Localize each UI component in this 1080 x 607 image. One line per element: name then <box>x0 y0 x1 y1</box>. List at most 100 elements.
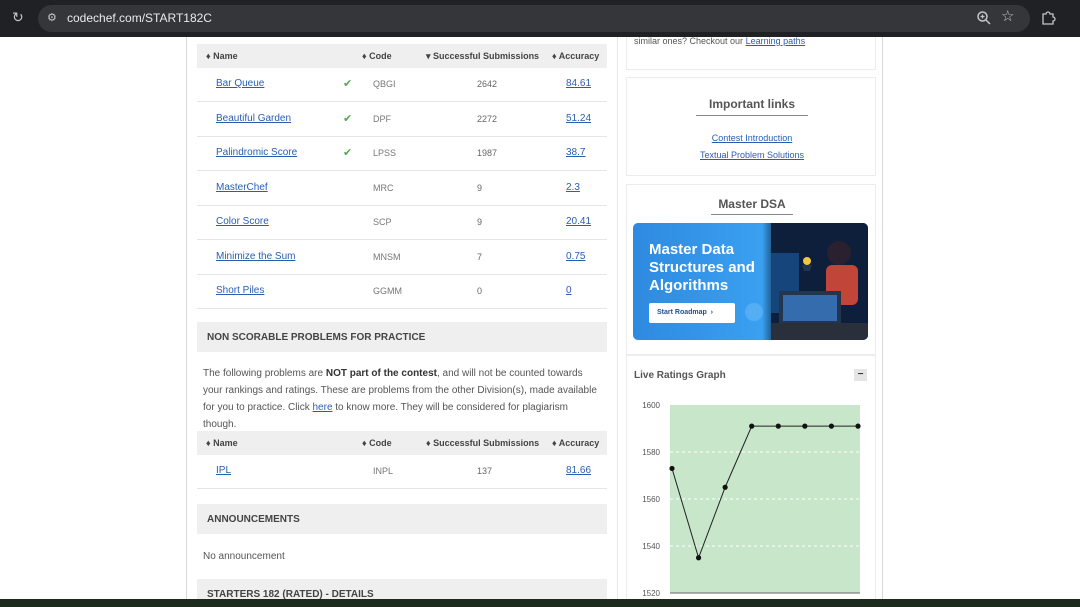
problems-table-header: ♦ Name ♦ Code ▾ Successful Submissions ♦… <box>197 44 607 68</box>
solved-check-icon: ✔ <box>343 78 353 90</box>
banner-decoration <box>745 303 763 321</box>
problem-name-link[interactable]: MasterChef <box>216 182 268 193</box>
reload-icon[interactable]: ↻ <box>12 10 26 24</box>
rating-point <box>695 555 702 561</box>
y-tick-label: 1580 <box>642 448 660 457</box>
announcement-text: No announcement <box>203 551 285 562</box>
url-text[interactable]: codechef.com/START182C <box>67 11 212 25</box>
plot-area <box>670 405 860 593</box>
y-tick-label: 1560 <box>642 495 660 504</box>
table-row: Bar Queue ✔ QBGI 2642 84.61 <box>197 68 607 102</box>
successful-submissions: 137 <box>477 466 493 476</box>
accuracy-link[interactable]: 0.75 <box>566 251 585 262</box>
announcements-title: ANNOUNCEMENTS <box>197 504 607 534</box>
problem-name-link[interactable]: Color Score <box>216 216 269 227</box>
rating-point <box>828 423 835 429</box>
title-underline <box>696 115 808 116</box>
sort-code-header[interactable]: ♦ Code <box>362 51 392 61</box>
taskbar-strip <box>0 599 1080 607</box>
successful-submissions: 0 <box>477 286 483 296</box>
column-divider <box>617 37 618 599</box>
sort-code-header[interactable]: ♦ Code <box>362 438 392 448</box>
table-row: Short Piles GGMM 0 0 <box>197 275 607 309</box>
problem-name-link[interactable]: Palindromic Score <box>216 147 297 158</box>
successful-submissions: 7 <box>477 251 483 262</box>
banner-headline: Master Data Structures and Algorithms <box>649 241 755 294</box>
problem-code: DPF <box>373 113 391 124</box>
contest-introduction-link[interactable]: Contest Introduction <box>627 133 877 143</box>
problem-code: GGMM <box>373 286 402 296</box>
master-dsa-banner[interactable]: Master Data Structures and Algorithms St… <box>633 223 868 340</box>
sort-submissions-header[interactable]: ▾ Successful Submissions <box>426 51 539 62</box>
accuracy-link[interactable]: 81.66 <box>566 465 591 476</box>
learning-card: similar ones? Checkout our Learning path… <box>626 37 876 70</box>
sort-accuracy-header[interactable]: ♦ Accuracy <box>552 51 599 61</box>
content-border-left <box>186 37 187 599</box>
solved-check-icon: ✔ <box>343 147 353 159</box>
know-more-link[interactable]: here <box>312 402 332 413</box>
browser-toolbar: ↻ ⚙ codechef.com/START182C ☆ <box>0 0 1080 37</box>
solved-check-icon: ✔ <box>343 112 353 125</box>
learning-text: similar ones? Checkout our Learning path… <box>634 37 806 46</box>
problem-code: QBGI <box>373 79 396 89</box>
master-dsa-title: Master DSA <box>718 197 786 211</box>
title-underline <box>711 214 793 215</box>
start-roadmap-button[interactable]: Start Roadmap › <box>649 303 735 323</box>
coder-illustration <box>771 223 868 340</box>
rating-point <box>775 423 781 429</box>
problem-code: SCP <box>373 217 392 227</box>
zoom-icon[interactable] <box>976 10 992 26</box>
page-content: ♦ Name ♦ Code ▾ Successful Submissions ♦… <box>0 37 1080 599</box>
accuracy-link[interactable]: 38.7 <box>566 147 585 158</box>
problem-code: MNSM <box>373 251 401 262</box>
y-tick-label: 1520 <box>642 589 660 598</box>
accuracy-link[interactable]: 0 <box>566 285 572 296</box>
important-links-title: Important links <box>708 97 795 111</box>
problem-name-link[interactable]: Bar Queue <box>216 78 264 89</box>
rating-point <box>802 423 808 429</box>
successful-submissions: 2642 <box>477 79 498 89</box>
sort-accuracy-header[interactable]: ♦ Accuracy <box>552 438 599 448</box>
important-links-card: Important links Contest Introduction Tex… <box>626 77 876 176</box>
ratings-chart: 1520 1540 1560 1580 1600 <box>642 401 861 598</box>
problem-name-link[interactable]: IPL <box>216 465 231 476</box>
y-tick-label: 1540 <box>642 542 660 551</box>
collapse-graph-button[interactable]: − <box>854 369 867 381</box>
problem-code: LPSS <box>373 148 397 158</box>
sort-name-header[interactable]: ♦ Name <box>206 438 238 448</box>
table-row: Minimize the Sum MNSM 7 0.75 <box>197 241 607 275</box>
table-row: Beautiful Garden ✔ DPF 2272 51.24 <box>197 103 607 137</box>
accuracy-link[interactable]: 2.3 <box>566 182 580 193</box>
problem-name-link[interactable]: Short Piles <box>216 285 264 296</box>
accuracy-link[interactable]: 84.61 <box>566 78 591 89</box>
content-border-right <box>882 37 883 599</box>
learning-paths-link[interactable]: Learning paths <box>746 37 806 46</box>
y-tick-label: 1600 <box>642 401 660 410</box>
sort-submissions-header[interactable]: ♦ Successful Submissions <box>426 438 539 448</box>
sort-name-header[interactable]: ♦ Name <box>206 51 238 61</box>
practice-table-header: ♦ Name ♦ Code ♦ Successful Submissions ♦… <box>197 431 607 455</box>
problem-name-link[interactable]: Beautiful Garden <box>216 113 291 124</box>
bookmark-star-icon[interactable]: ☆ <box>1001 8 1014 26</box>
textual-solutions-link[interactable]: Textual Problem Solutions <box>627 150 877 160</box>
successful-submissions: 1987 <box>477 148 498 158</box>
rating-point <box>855 423 861 429</box>
address-bar[interactable]: ⚙ codechef.com/START182C ☆ <box>38 5 1030 32</box>
successful-submissions: 9 <box>477 182 483 193</box>
table-row: MasterChef MRC 9 2.3 <box>197 172 607 206</box>
accuracy-link[interactable]: 51.24 <box>566 113 591 124</box>
rating-point <box>669 465 675 472</box>
contest-details-title: STARTERS 182 (RATED) - DETAILS <box>197 579 607 599</box>
table-row: IPL INPL 137 81.66 <box>197 455 607 489</box>
accuracy-link[interactable]: 20.41 <box>566 216 591 227</box>
rating-point <box>722 484 728 490</box>
non-scorable-description: The following problems are NOT part of t… <box>203 368 597 430</box>
problem-code: INPL <box>373 466 394 476</box>
extensions-icon[interactable] <box>1041 10 1056 25</box>
problem-name-link[interactable]: Minimize the Sum <box>216 251 295 262</box>
rating-point <box>749 423 755 429</box>
non-scorable-section-title: NON SCORABLE PROBLEMS FOR PRACTICE <box>197 322 607 352</box>
successful-submissions: 9 <box>477 217 483 227</box>
site-settings-icon[interactable]: ⚙ <box>47 11 61 25</box>
table-row: Color Score SCP 9 20.41 <box>197 206 607 240</box>
